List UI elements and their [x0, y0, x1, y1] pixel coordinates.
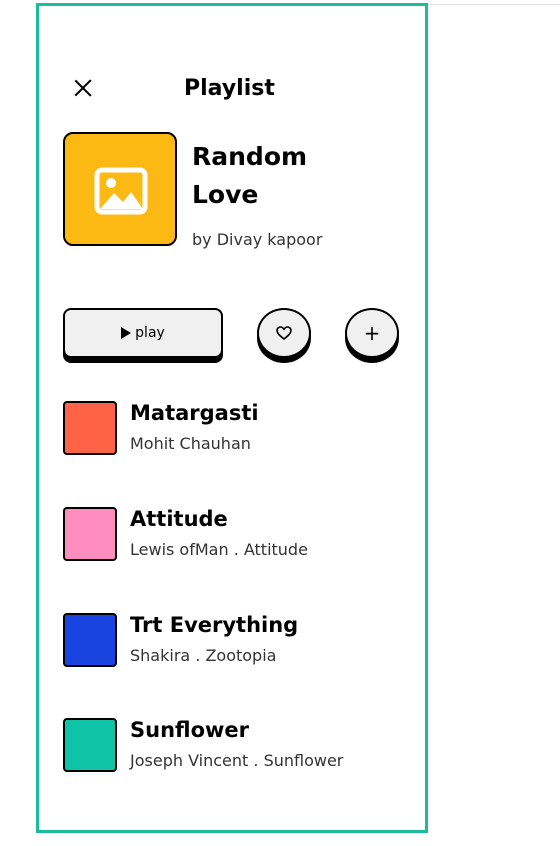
plus-icon: +	[363, 321, 381, 345]
track-item[interactable]: Trt Everything Shakira . Zootopia	[63, 613, 403, 669]
track-title: Matargasti	[130, 401, 259, 425]
image-placeholder-icon	[94, 167, 148, 215]
playlist-panel: Playlist Random Love by Divay kapoor pla…	[36, 3, 428, 833]
play-button[interactable]: play	[63, 308, 223, 358]
page-title: Playlist	[184, 76, 275, 101]
close-icon[interactable]	[71, 76, 95, 100]
track-subtitle: Mohit Chauhan	[130, 434, 251, 453]
track-subtitle: Lewis ofMan . Attitude	[130, 540, 308, 559]
album-title: Random Love	[192, 142, 308, 209]
add-button[interactable]: +	[345, 308, 399, 358]
track-item[interactable]: Matargasti Mohit Chauhan	[63, 401, 403, 457]
heart-icon	[276, 326, 292, 340]
play-icon	[121, 327, 132, 339]
track-color-swatch	[63, 613, 117, 667]
play-label: play	[135, 325, 165, 341]
track-color-swatch	[63, 401, 117, 455]
track-subtitle: Joseph Vincent . Sunflower	[130, 751, 344, 770]
track-item[interactable]: Attitude Lewis ofMan . Attitude	[63, 507, 403, 563]
track-title: Trt Everything	[130, 613, 299, 637]
album-cover	[63, 132, 177, 246]
album-artist: by Divay kapoor	[192, 230, 323, 249]
track-color-swatch	[63, 507, 117, 561]
track-color-swatch	[63, 718, 117, 772]
track-subtitle: Shakira . Zootopia	[130, 646, 277, 665]
top-divider	[426, 4, 560, 5]
track-title: Attitude	[130, 507, 228, 531]
track-title: Sunflower	[130, 718, 250, 742]
track-item[interactable]: Sunflower Joseph Vincent . Sunflower	[63, 718, 403, 774]
like-button[interactable]	[257, 308, 311, 358]
